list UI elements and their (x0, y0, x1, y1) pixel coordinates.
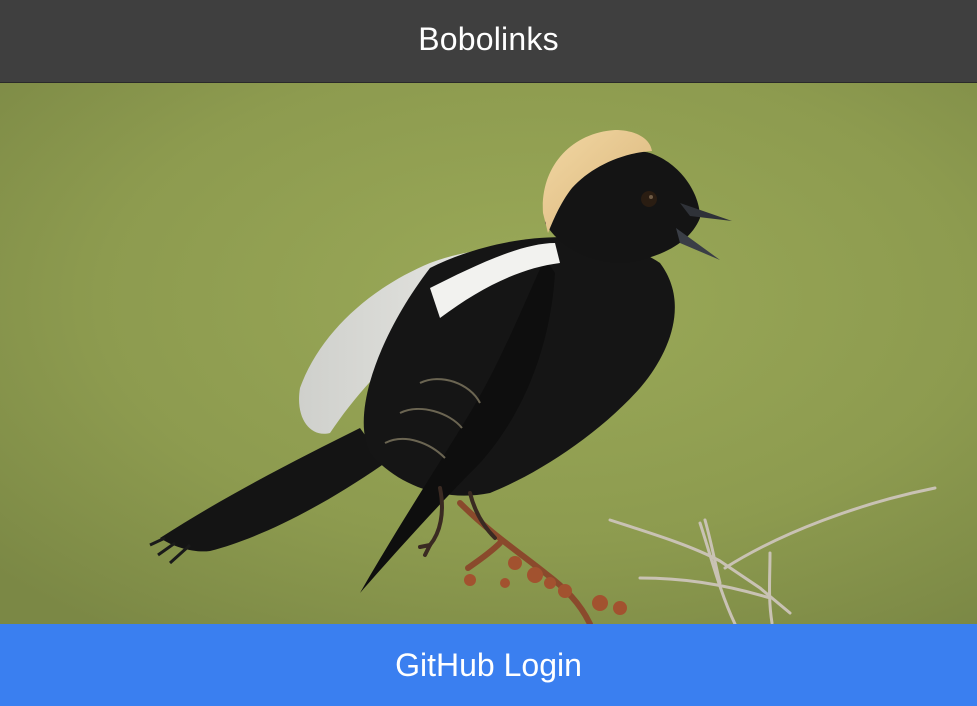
page-title: Bobolinks (418, 20, 559, 57)
navigation-bar: Bobolinks (0, 0, 977, 83)
github-login-button[interactable]: GitHub Login (0, 624, 977, 706)
bird-icon (0, 83, 977, 624)
app-screen: Bobolinks GitHub Login (0, 0, 977, 706)
bobolink-photo (0, 83, 977, 624)
github-login-label: GitHub Login (395, 646, 582, 683)
